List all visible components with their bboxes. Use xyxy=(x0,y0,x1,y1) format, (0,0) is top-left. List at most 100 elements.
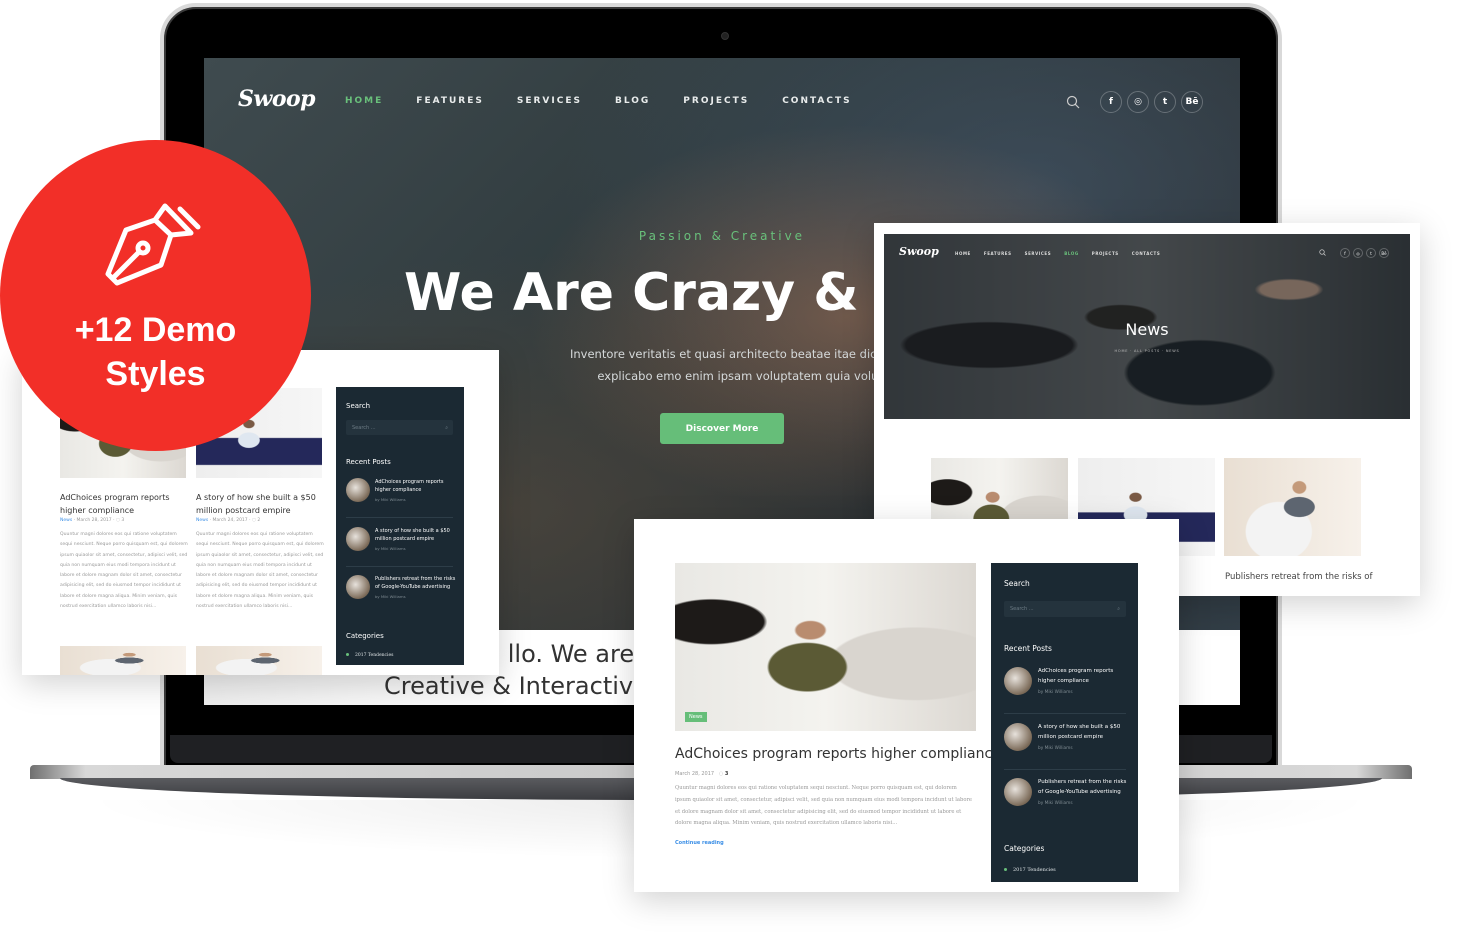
recent-post[interactable]: A story of how she built a $50 million p… xyxy=(346,527,456,551)
recent-post-title[interactable]: AdChoices program reports higher complia… xyxy=(375,478,456,494)
sidebar-search-input[interactable]: Search ... ⌕ xyxy=(346,420,453,435)
facebook-icon[interactable]: f xyxy=(1340,248,1350,258)
blog-sidebar: Search Search ... ⌕ Recent Posts AdChoic… xyxy=(991,563,1138,882)
search-placeholder: Search ... xyxy=(352,424,376,431)
hero-text-line2: explicabo emo enim ipsam voluptatem quia… xyxy=(597,369,890,383)
nav-contacts[interactable]: CONTACTS xyxy=(782,96,851,106)
badge-line1: +12 Demo xyxy=(74,311,237,349)
nav-projects[interactable]: PROJECTS xyxy=(683,96,749,106)
recent-post[interactable]: Publishers retreat from the risks of Goo… xyxy=(346,575,456,599)
recent-post[interactable]: Publishers retreat from the risks of Goo… xyxy=(1004,778,1129,806)
comment-count: 3 xyxy=(121,518,125,523)
recent-post-thumb xyxy=(1004,778,1032,806)
blog-sidebar: Search Search ... ⌕ Recent Posts AdChoic… xyxy=(336,387,464,665)
nav-services[interactable]: SERVICES xyxy=(517,96,582,106)
instagram-icon[interactable]: ◎ xyxy=(1353,248,1363,258)
behance-icon[interactable]: Bē xyxy=(1181,91,1203,113)
sidebar-search-title: Search xyxy=(1004,579,1030,588)
discover-more-button[interactable]: Discover More xyxy=(660,413,784,444)
divider xyxy=(1004,769,1126,770)
logo[interactable]: Swoop xyxy=(238,86,316,112)
nav-features[interactable]: FEATURES xyxy=(984,251,1012,256)
recent-post-title[interactable]: A story of how she built a $50 million p… xyxy=(1038,723,1129,742)
recent-post-thumb xyxy=(346,527,370,551)
breadcrumb[interactable]: HOME · ALL POSTS · NEWS xyxy=(884,349,1410,353)
post-category[interactable]: News xyxy=(60,518,72,523)
post-excerpt: Quuntur magni dolores eos qui ratione vo… xyxy=(675,785,972,827)
logo[interactable]: Swoop xyxy=(899,245,939,258)
divider xyxy=(346,517,453,518)
recent-post-title[interactable]: Publishers retreat from the risks of Goo… xyxy=(1038,778,1129,797)
post-date: March 28, 2017 xyxy=(675,771,715,777)
nav-features[interactable]: FEATURES xyxy=(416,96,484,106)
hero-text: Inventore veritatis et quasi architecto … xyxy=(570,343,917,387)
demo-styles-badge: +12 Demo Styles xyxy=(0,140,311,451)
recent-post-thumb xyxy=(346,478,370,502)
twitter-icon[interactable]: t xyxy=(1154,91,1176,113)
recent-posts-title: Recent Posts xyxy=(346,458,391,466)
comment-icon: ◌ xyxy=(718,771,724,777)
recent-post-author: by Miki Williams xyxy=(1038,746,1073,751)
categories-title: Categories xyxy=(346,632,384,640)
recent-post-title[interactable]: AdChoices program reports higher complia… xyxy=(1038,667,1129,686)
post-title[interactable]: AdChoices program reports higher complia… xyxy=(675,746,1001,762)
nav-contacts[interactable]: CONTACTS xyxy=(1132,251,1161,256)
divider xyxy=(346,566,453,567)
post-meta: News · March 28, 2017 · ◌ 3 xyxy=(60,518,125,523)
categories-title: Categories xyxy=(1004,844,1045,853)
recent-post-author: by Miki Williams xyxy=(375,594,406,599)
recent-post-author: by Miki Williams xyxy=(1038,690,1073,695)
post-date: March 24, 2017 xyxy=(212,518,248,523)
main-nav: HOME FEATURES SERVICES BLOG PROJECTS CON… xyxy=(345,96,885,106)
recent-posts-title: Recent Posts xyxy=(1004,644,1052,653)
post-title[interactable]: Publishers retreat from the risks of xyxy=(1225,572,1372,582)
post-meta: News · March 24, 2017 · ◌ 2 xyxy=(196,518,261,523)
recent-post-thumb xyxy=(346,575,370,599)
category-item[interactable]: 2017 Tendencies xyxy=(1004,867,1056,873)
badge-text: +12 Demo Styles xyxy=(0,308,311,396)
instagram-icon[interactable]: ◎ xyxy=(1127,91,1149,113)
recent-post-thumb xyxy=(1004,723,1032,751)
post-image[interactable] xyxy=(1224,458,1361,556)
recent-post-thumb xyxy=(1004,667,1032,695)
nav-blog[interactable]: BLOG xyxy=(1064,251,1079,256)
search-icon[interactable] xyxy=(1066,95,1080,109)
sidebar-search-input[interactable]: Search ... ⌕ xyxy=(1004,601,1126,617)
search-icon[interactable]: ⌕ xyxy=(1117,606,1120,612)
nav-home[interactable]: HOME xyxy=(345,96,383,106)
recent-post-title[interactable]: Publishers retreat from the risks of Goo… xyxy=(375,575,456,591)
recent-post[interactable]: AdChoices program reports higher complia… xyxy=(346,478,456,502)
post-category[interactable]: News xyxy=(196,518,208,523)
search-icon[interactable] xyxy=(1319,249,1326,256)
post-image[interactable] xyxy=(196,646,322,675)
behance-icon[interactable]: Bē xyxy=(1379,248,1389,258)
twitter-icon[interactable]: t xyxy=(1366,248,1376,258)
category-item[interactable]: 2017 Tendencies xyxy=(346,653,393,658)
post-title[interactable]: A story of how she built a $50 million p… xyxy=(196,491,326,517)
badge-line2: Styles xyxy=(105,355,206,393)
continue-reading-link[interactable]: Continue reading xyxy=(675,840,724,846)
search-placeholder: Search ... xyxy=(1010,606,1034,612)
category-tag[interactable]: News xyxy=(685,712,707,722)
recent-post-author: by Miki Williams xyxy=(375,497,406,502)
post-meta: March 28, 2017 ◌ 3 xyxy=(675,771,728,777)
nav-services[interactable]: SERVICES xyxy=(1025,251,1052,256)
hero-navbar: Swoop HOME FEATURES SERVICES BLOG PROJEC… xyxy=(204,58,1240,148)
news-nav: HOME FEATURES SERVICES BLOG PROJECTS CON… xyxy=(955,251,1173,256)
post-image[interactable] xyxy=(60,646,186,675)
recent-post-title[interactable]: A story of how she built a $50 million p… xyxy=(375,527,456,543)
search-icon[interactable]: ⌕ xyxy=(445,425,448,431)
recent-post[interactable]: AdChoices program reports higher complia… xyxy=(1004,667,1129,695)
single-post-preview: News AdChoices program reports higher co… xyxy=(634,519,1179,892)
post-excerpt: Quuntur magni dolores eos qui ratione vo… xyxy=(60,532,188,610)
nav-blog[interactable]: BLOG xyxy=(615,96,650,106)
news-hero-image: Swoop HOME FEATURES SERVICES BLOG PROJEC… xyxy=(884,234,1410,419)
nav-home[interactable]: HOME xyxy=(955,251,971,256)
recent-post[interactable]: A story of how she built a $50 million p… xyxy=(1004,723,1129,751)
nav-projects[interactable]: PROJECTS xyxy=(1092,251,1119,256)
hero-title: We Are Crazy & Cr xyxy=(404,263,941,323)
facebook-icon[interactable]: f xyxy=(1100,91,1122,113)
post-title[interactable]: AdChoices program reports higher complia… xyxy=(60,491,190,517)
page-title: News xyxy=(1125,320,1169,339)
featured-image[interactable]: News xyxy=(675,563,976,731)
